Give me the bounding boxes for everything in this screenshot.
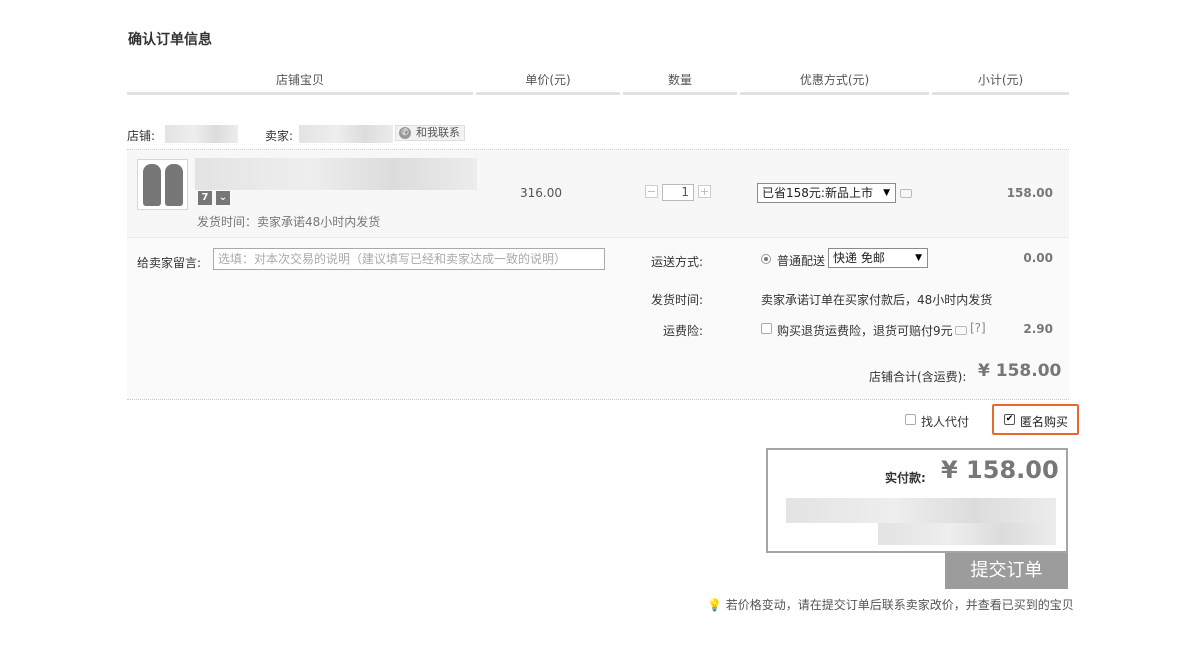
order-box: 7 ⌄ 发货时间：卖家承诺48小时内发货 316.00 − 1 + 已省158元… [127,150,1069,400]
anonymous-checkbox[interactable]: ✔ [1004,414,1015,425]
dress-figure-icon [143,164,161,206]
table-header: 店铺宝贝 单价(元) 数量 优惠方式(元) 小计(元) [127,68,1069,95]
find-payer-checkbox[interactable] [905,414,916,425]
shop-name-blurred[interactable] [165,125,238,143]
payment-amount: ¥ 158.00 [941,456,1059,484]
unit-price: 316.00 [520,186,562,200]
ship-time-value: 卖家承诺订单在买家付款后，48小时内发货 [761,293,993,307]
lightbulb-icon: 💡 [707,598,722,612]
dress-figure-icon [165,164,183,206]
item-ship-note: 发货时间：卖家承诺48小时内发货 [197,215,381,229]
insurance-help-link[interactable]: [?] [970,321,986,335]
delivery-fee: 0.00 [1023,251,1053,265]
increment-button[interactable]: + [698,185,711,198]
delivery-label: 运送方式: [650,255,703,269]
anonymous-label: 匿名购买 [1020,415,1069,429]
tip-text: 若价格变动，请在提交订单后联系卖家改价，并查看已买到的宝贝 [725,598,1074,612]
payment-label: 实付款: [885,471,926,485]
delivery-select[interactable]: 快递 免邮 ▼ [828,248,928,268]
header-subtotal: 小计(元) [932,68,1069,95]
decrement-button[interactable]: − [645,185,658,198]
address-blurred [786,498,1056,523]
ship-time-label: 发货时间: [650,293,703,307]
chat-icon: ✆ [399,127,411,139]
submit-order-button[interactable]: 提交订单 [945,553,1068,589]
insurance-fee: 2.90 [1023,322,1053,336]
header-quantity: 数量 [623,68,737,95]
recipient-blurred [878,523,1056,545]
contact-label: 和我联系 [416,126,460,139]
anonymous-purchase-option[interactable]: ✔ 匿名购买 [992,404,1079,435]
shop-label: 店铺: [127,129,156,143]
quantity-input[interactable]: 1 [662,184,694,201]
comment-icon[interactable] [900,189,912,198]
contact-seller-button[interactable]: ✆ 和我联系 [395,125,465,141]
insurance-text: 购买退货运费险，退货可赔付9元 [777,324,953,338]
item-row: 7 ⌄ 发货时间：卖家承诺48小时内发货 316.00 − 1 + 已省158元… [127,150,1069,238]
delivery-radio[interactable] [761,254,771,264]
insurance-label: 运费险: [662,324,703,338]
product-thumbnail[interactable] [137,159,188,210]
message-label: 给卖家留言: [137,256,202,270]
discount-selected: 已省158元:新品上市 [762,186,873,200]
product-title-blurred[interactable] [195,158,477,190]
header-item: 店铺宝贝 [127,68,473,95]
shop-row: 店铺: 卖家: ✆ 和我联系 [127,122,1069,150]
seller-label: 卖家: [265,129,294,143]
message-input[interactable]: 选填：对本次交易的说明（建议填写已经和卖家达成一致的说明） [213,248,605,270]
find-payer-label: 找人代付 [921,415,970,429]
header-price: 单价(元) [476,68,620,95]
service-badge-icon[interactable]: ⌄ [216,191,230,205]
discount-select[interactable]: 已省158元:新品上市 ▼ [757,183,896,203]
chevron-down-icon: ▼ [883,188,890,198]
page-title: 确认订单信息 [128,32,212,48]
comment-icon[interactable] [955,326,967,335]
seven-day-return-icon[interactable]: 7 [198,191,212,205]
item-subtotal: 158.00 [1006,186,1053,200]
delivery-option: 普通配送 [777,254,826,268]
payment-summary: 实付款: ¥ 158.00 [766,448,1068,553]
chevron-down-icon: ▼ [915,253,922,263]
price-change-tip: 💡 若价格变动，请在提交订单后联系卖家改价，并查看已买到的宝贝 [707,596,1074,613]
shop-total-value: ¥ 158.00 [978,361,1062,381]
header-discount: 优惠方式(元) [740,68,929,95]
shop-total-label: 店铺合计(含运费): [869,370,967,384]
insurance-checkbox[interactable] [761,323,772,334]
delivery-selected: 快递 免邮 [833,251,885,265]
seller-name-blurred[interactable] [299,125,393,143]
